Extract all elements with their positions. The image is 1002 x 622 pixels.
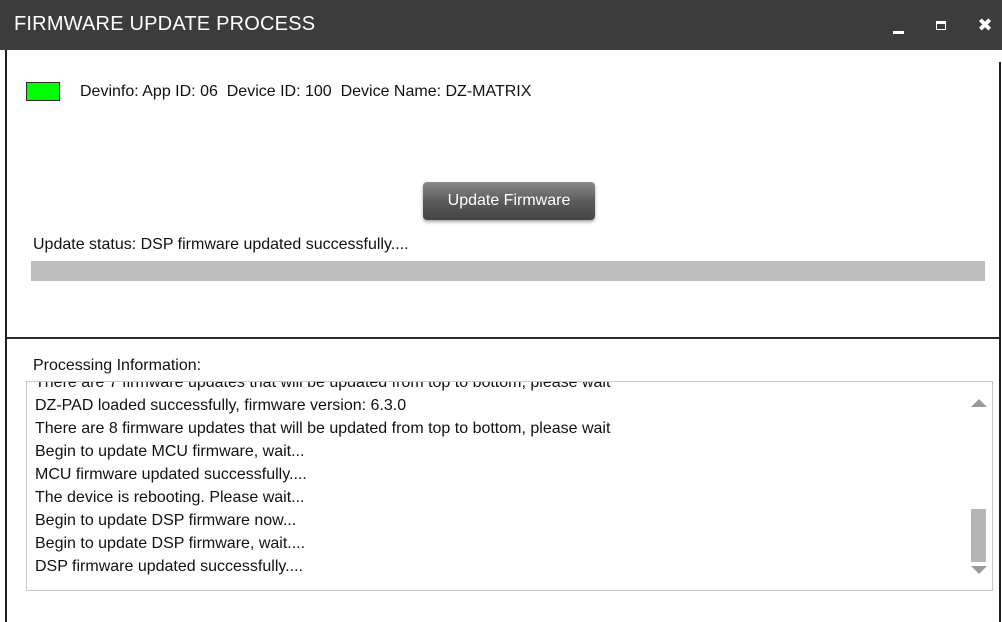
scrollbar-thumb[interactable] — [971, 509, 986, 562]
scroll-down-arrow-icon[interactable] — [971, 566, 987, 574]
maximize-button[interactable] — [926, 0, 956, 50]
log-line: Begin to update DSP firmware now... — [35, 512, 297, 529]
close-icon: ✖ — [977, 14, 993, 35]
log-line: There are 8 firmware updates that will b… — [35, 420, 611, 437]
maximize-icon — [936, 20, 946, 30]
log-lines: There are 7 firmware updates that will b… — [35, 381, 955, 578]
log-line: Begin to update MCU firmware, wait... — [35, 443, 305, 460]
update-progress-bar — [31, 261, 985, 281]
log-line: The device is rebooting. Please wait... — [35, 489, 305, 506]
processing-log[interactable]: There are 7 firmware updates that will b… — [26, 381, 993, 591]
scroll-up-arrow-icon[interactable] — [971, 399, 987, 407]
processing-info-label: Processing Information: — [33, 357, 202, 374]
update-firmware-button[interactable]: Update Firmware — [423, 182, 595, 220]
log-line: Begin to update DSP firmware, wait.... — [35, 535, 306, 552]
close-button[interactable]: ✖ — [970, 0, 1000, 50]
log-line: DZ-PAD loaded successfully, firmware ver… — [35, 397, 407, 414]
window-border-left — [5, 50, 7, 622]
device-info-text: Devinfo: App ID: 06 Device ID: 100 Devic… — [80, 83, 532, 100]
section-divider — [7, 337, 999, 339]
window-title: FIRMWARE UPDATE PROCESS — [14, 13, 316, 35]
progress-fill — [31, 261, 985, 281]
minimize-icon — [892, 30, 904, 34]
firmware-update-window: FIRMWARE UPDATE PROCESS ✖ Devinfo: App I… — [0, 0, 1002, 622]
update-status-text: Update status: DSP firmware updated succ… — [33, 236, 409, 253]
log-line: There are 7 firmware updates that will b… — [35, 381, 611, 391]
log-line: DSP firmware updated successfully.... — [35, 558, 303, 575]
device-status-indicator — [26, 82, 60, 101]
window-border-right — [999, 62, 1001, 622]
log-line: MCU firmware updated successfully.... — [35, 466, 307, 483]
minimize-button[interactable] — [883, 0, 913, 50]
title-bar[interactable]: FIRMWARE UPDATE PROCESS ✖ — [0, 0, 1002, 50]
